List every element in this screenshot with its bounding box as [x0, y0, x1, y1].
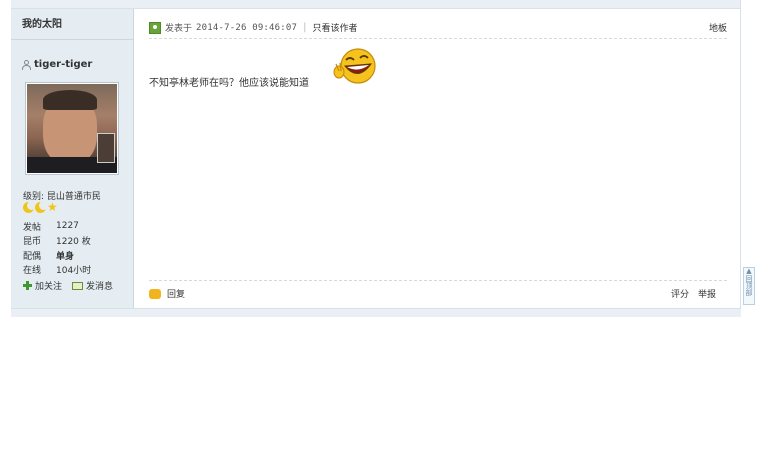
- username-row: tiger-tiger: [22, 59, 92, 70]
- user-level: 级别: 昆山普通市民: [23, 192, 101, 202]
- right-border: [740, 0, 741, 317]
- avatar[interactable]: [25, 82, 119, 175]
- reply-icon: [149, 288, 161, 299]
- follow-label: 加关注: [35, 282, 63, 292]
- rank-stars: ★: [23, 200, 58, 214]
- forum-post: 我的太阳 tiger-tiger 级别: 昆山普通市民 ★ 发帖 1227 昆币…: [11, 0, 741, 317]
- stat-label: 发帖: [23, 222, 42, 233]
- stat-label: 配偶: [23, 251, 42, 262]
- arrow-up-icon: ▲: [746, 267, 752, 275]
- stat-value: 单身: [56, 251, 75, 262]
- stat-label: 昆币: [23, 237, 42, 248]
- post-message: 不知亭林老师在吗？他应该说能知道: [149, 78, 309, 89]
- reply-button[interactable]: 回复: [167, 287, 185, 300]
- top-strip: [11, 0, 741, 9]
- report-button[interactable]: 举报: [698, 287, 716, 300]
- author-sidebar: 我的太阳 tiger-tiger 级别: 昆山普通市民 ★ 发帖 1227 昆币…: [11, 9, 134, 308]
- stat-label: 在线: [23, 266, 42, 277]
- stat-online: 在线 104小时: [23, 263, 91, 278]
- post-header: 发表于 2014-7-26 09:46:07 | 只看该作者 地板: [149, 17, 727, 39]
- stat-coins: 昆币 1220 枚: [23, 234, 91, 249]
- stat-posts: 发帖 1227: [23, 219, 91, 234]
- stat-value[interactable]: 1227: [56, 221, 79, 231]
- stat-value: 1220 枚: [56, 237, 91, 248]
- moon-icon: [35, 201, 48, 213]
- plus-icon: [23, 281, 32, 290]
- post-tools: 评分 举报: [671, 287, 716, 300]
- online-user-icon: [149, 21, 161, 34]
- back-to-top-label: 回顶部: [745, 275, 753, 296]
- moon-icon: [23, 201, 36, 213]
- post-main: 发表于 2014-7-26 09:46:07 | 只看该作者 地板 不知亭林老师…: [149, 9, 739, 308]
- rate-button[interactable]: 评分: [671, 287, 689, 300]
- star-icon: ★: [47, 200, 58, 214]
- follow-button[interactable]: 加关注: [23, 279, 62, 292]
- message-label: 发消息: [86, 282, 114, 292]
- back-to-top-button[interactable]: ▲ 回顶部: [743, 267, 755, 305]
- only-author-link[interactable]: 只看该作者: [313, 21, 358, 34]
- stat-spouse: 配偶 单身: [23, 248, 91, 263]
- user-stats: 发帖 1227 昆币 1220 枚 配偶 单身 在线 104小时: [23, 219, 91, 277]
- post-date: 2014-7-26 09:46:07: [196, 22, 298, 33]
- stat-value: 104小时: [56, 266, 92, 277]
- author-actions: 加关注 发消息: [23, 279, 113, 292]
- separator: |: [303, 22, 307, 33]
- posted-label: 发表于: [165, 24, 193, 34]
- post-footer: 回复 评分 举报: [149, 280, 727, 306]
- user-icon: [22, 59, 31, 70]
- laughing-smiley-icon: [333, 48, 376, 84]
- message-icon: [72, 281, 84, 290]
- sidebar-title: 我的太阳: [11, 9, 133, 40]
- floor-number[interactable]: 地板: [709, 21, 727, 34]
- username-link[interactable]: tiger-tiger: [34, 59, 92, 70]
- bottom-strip: [11, 308, 741, 317]
- send-message-button[interactable]: 发消息: [72, 279, 113, 292]
